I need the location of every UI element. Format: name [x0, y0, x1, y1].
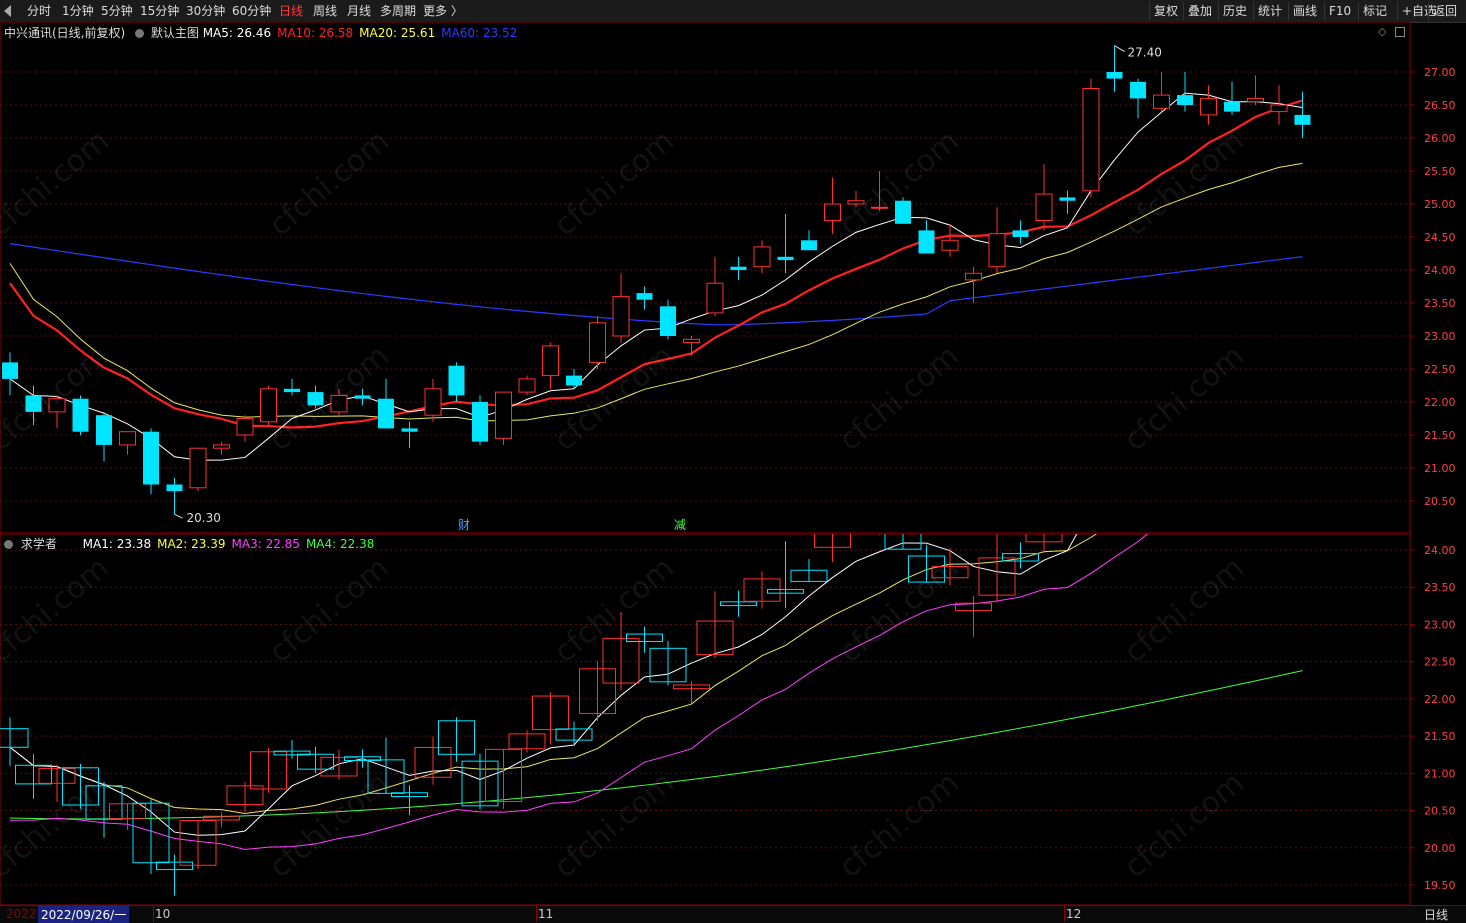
month-divider — [153, 906, 154, 922]
sub-y-tick-8: 20.00 — [1424, 842, 1456, 855]
sub-y-tick-0: 24.00 — [1424, 544, 1456, 557]
main-ma-label-1: MA10: 26.58 — [277, 26, 354, 40]
main-legend: 中兴通讯(日线,前复权) 默认主图 MA5: 26.46 MA10: 26.58 M… — [4, 24, 523, 41]
main-y-tick-8: 23.00 — [1424, 330, 1456, 343]
back-arrow-icon[interactable] — [4, 5, 11, 17]
candle[interactable] — [72, 395, 89, 435]
main-y-tick-3: 25.50 — [1424, 165, 1456, 178]
tool-button-1[interactable]: 叠加 — [1183, 2, 1216, 20]
month-divider — [536, 906, 537, 922]
candle[interactable] — [495, 391, 512, 445]
sub-y-tick-6: 21.00 — [1424, 767, 1456, 780]
tool-button-4[interactable]: 画线 — [1288, 2, 1321, 20]
period-tab-8[interactable]: 月线 — [347, 3, 371, 19]
candle[interactable] — [472, 395, 488, 445]
sub-y-tick-3: 22.50 — [1424, 656, 1456, 669]
tool-button-3[interactable]: 统计 — [1253, 2, 1286, 20]
period-label[interactable]: 日线 — [1424, 906, 1448, 923]
time-axis: 2022 2022/09/26/一 10 11 12 日线 — [0, 905, 1466, 923]
high-price-label: 27.40 — [1128, 46, 1162, 60]
sub-y-tick-4: 22.00 — [1424, 693, 1456, 706]
main-y-tick-7: 23.50 — [1424, 297, 1456, 310]
tool-button-0[interactable]: 复权 — [1149, 2, 1182, 20]
tool-button-8[interactable]: 返回 — [1428, 2, 1461, 20]
sub-y-tick-2: 23.00 — [1424, 618, 1456, 631]
main-y-tick-10: 22.00 — [1424, 396, 1456, 409]
sub-y-tick-9: 19.50 — [1424, 879, 1456, 892]
sub-y-tick-1: 23.50 — [1424, 581, 1456, 594]
period-tab-9[interactable]: 多周期 — [380, 3, 416, 19]
candle[interactable] — [189, 447, 207, 492]
period-tab-4[interactable]: 30分钟 — [186, 3, 225, 19]
main-indicator-name[interactable]: 默认主图 — [151, 26, 199, 40]
main-y-tick-6: 24.00 — [1424, 264, 1456, 277]
period-toolbar: 分时 1分钟 5分钟 15分钟 30分钟 60分钟 日线 周线 月线 多周期 更多 〉 复权 叠加 历史… — [0, 0, 1466, 23]
sub-ma-label-2: MA3: 22.85 — [231, 537, 300, 551]
sub-ma-label-0: MA1: 23.38 — [82, 537, 152, 551]
month-divider — [1064, 906, 1065, 922]
candle[interactable] — [1082, 78, 1100, 198]
candle[interactable] — [518, 375, 536, 396]
stock-title: 中兴通讯(日线,前复权) — [4, 26, 126, 40]
month-label-1: 11 — [538, 907, 554, 921]
sub-ma-label-1: MA2: 23.39 — [157, 537, 226, 551]
tool-button-6[interactable]: 标记 — [1358, 2, 1391, 20]
candle[interactable] — [143, 428, 159, 495]
main-price-chart[interactable]: 27.00 26.50 26.00 25.50 25.00 24.50 24.00 23.50… — [0, 22, 1466, 534]
event-marker-1[interactable]: 减 — [674, 518, 686, 532]
low-price-label: 20.30 — [187, 511, 221, 525]
main-ma-label-3: MA60: 23.52 — [441, 26, 518, 40]
period-tab-5[interactable]: 60分钟 — [232, 3, 271, 19]
main-y-tick-12: 21.00 — [1424, 462, 1456, 475]
period-tab-1[interactable]: 1分钟 — [62, 3, 94, 19]
event-marker-0[interactable]: 财 — [458, 518, 470, 532]
sub-indicator-chart[interactable]: 24.00 23.50 23.00 22.50 22.00 21.50 21.00 20.50… — [0, 534, 1466, 906]
main-y-tick-5: 24.50 — [1424, 231, 1456, 244]
main-y-tick-4: 25.00 — [1424, 198, 1456, 211]
tool-button-5[interactable]: F10 — [1324, 2, 1355, 20]
main-ma-label-2: MA20: 25.61 — [359, 26, 436, 40]
year-label: 2022 — [6, 907, 37, 921]
sub-y-tick-7: 20.50 — [1424, 805, 1456, 818]
sub-ma-label-3: MA4: 22.38 — [305, 537, 375, 551]
sub-legend: 求学者 MA1: 23.38 MA2: 23.39 MA3: 22.85 MA4: 2… — [4, 535, 380, 552]
indicator-dot-icon[interactable] — [135, 29, 145, 38]
candle[interactable] — [260, 385, 277, 426]
main-y-tick-9: 22.50 — [1424, 363, 1456, 376]
month-label-2: 12 — [1066, 907, 1082, 921]
period-tab-3[interactable]: 15分钟 — [140, 3, 179, 19]
period-tab-10[interactable]: 更多 〉 — [423, 3, 463, 19]
candle[interactable] — [589, 316, 606, 369]
month-label-0: 10 — [155, 907, 171, 921]
main-y-tick-11: 21.50 — [1424, 429, 1456, 442]
period-tab-0[interactable]: 分时 — [27, 3, 51, 19]
main-y-tick-13: 20.50 — [1424, 495, 1456, 508]
main-y-tick-1: 26.50 — [1424, 99, 1456, 112]
period-tab-2[interactable]: 5分钟 — [101, 3, 133, 19]
main-ma-label-0: MA5: 26.46 — [202, 26, 272, 40]
main-y-tick-0: 27.00 — [1424, 66, 1456, 79]
cursor-date: 2022/09/26/一 — [38, 906, 130, 923]
expand-icon[interactable] — [1395, 27, 1405, 37]
diamond-icon[interactable]: ◇ — [1378, 25, 1386, 38]
period-tab-6[interactable]: 日线 — [279, 3, 303, 19]
sub-indicator-name[interactable]: 求学者 — [21, 537, 57, 551]
main-y-tick-2: 26.00 — [1424, 132, 1456, 145]
indicator-dot-icon[interactable] — [4, 540, 13, 549]
tool-button-2[interactable]: 历史 — [1218, 2, 1251, 20]
sub-y-tick-5: 21.50 — [1424, 730, 1456, 743]
period-tab-7[interactable]: 周线 — [313, 3, 337, 19]
